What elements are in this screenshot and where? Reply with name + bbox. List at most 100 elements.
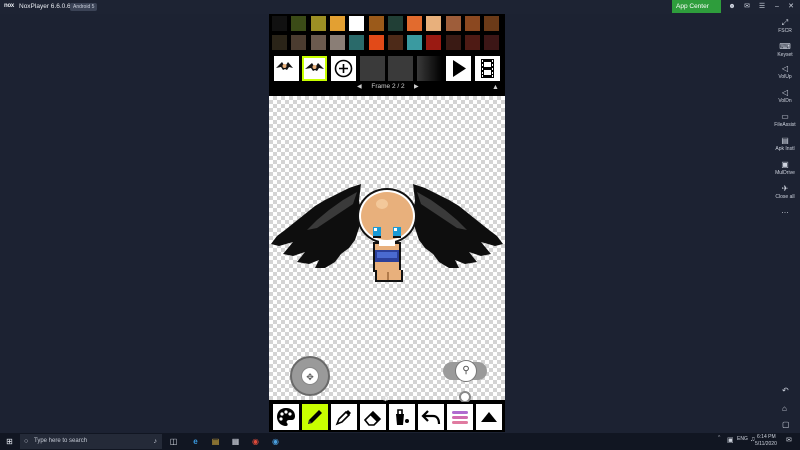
sidebar-item-keyset[interactable]: ⌨ Keyset — [770, 42, 800, 58]
color-swatch[interactable] — [407, 16, 423, 31]
palette-tool-button[interactable] — [273, 404, 299, 430]
filmstrip-icon — [481, 59, 494, 78]
recent-apps-icon[interactable]: ▢ — [782, 420, 790, 429]
tray-chevron-icon[interactable]: ˆ — [718, 436, 720, 443]
more-icon: … — [781, 206, 789, 215]
sidebar-item-fileassist[interactable]: ▭ FileAssist — [770, 112, 800, 128]
color-swatch[interactable] — [349, 16, 365, 31]
eraser-tool-button[interactable] — [360, 404, 386, 430]
pan-joystick[interactable]: ✥ — [290, 356, 330, 396]
menu-lines-icon — [452, 411, 468, 424]
app-center-button[interactable]: App Center — [672, 0, 721, 13]
android-screen: ◀ Frame 2 / 2 ▶ ▲ ✥ ⚲ ⚙ — [269, 14, 505, 432]
frame-2-thumbnail[interactable] — [302, 56, 327, 81]
app-center-label: App Center — [676, 3, 709, 10]
user-icon[interactable]: ☻ — [727, 2, 737, 12]
windows-start-icon[interactable]: ⊞ — [4, 436, 15, 447]
keyboard-icon: ⌨ — [779, 42, 791, 51]
color-swatch[interactable] — [445, 16, 461, 31]
sidebar-item-label: Apk Instl — [775, 146, 795, 152]
layers-menu-button[interactable] — [447, 404, 473, 430]
filmstrip-button[interactable] — [475, 56, 500, 81]
color-swatch[interactable] — [272, 35, 287, 50]
zoom-icon[interactable]: ⚲ — [455, 360, 477, 382]
color-swatch[interactable] — [484, 35, 500, 50]
clock-time[interactable]: 6:14 PM — [757, 434, 776, 440]
eraser-icon — [363, 410, 382, 426]
color-swatch[interactable] — [445, 35, 461, 50]
pencil-icon — [308, 410, 322, 424]
color-swatch[interactable] — [349, 35, 365, 50]
next-frame-arrow-icon[interactable]: ▶ — [414, 83, 419, 90]
edge-browser-icon[interactable]: e — [190, 436, 201, 447]
color-swatch[interactable] — [368, 16, 384, 31]
pencil-tool-button[interactable] — [302, 404, 328, 430]
notifications-icon[interactable]: ✉ — [786, 436, 792, 444]
eyedropper-icon — [335, 410, 351, 426]
sidebar-item-label: FileAssist — [774, 122, 796, 128]
palette-icon — [277, 408, 295, 426]
noxplayer-taskbar-icon[interactable]: ◉ — [270, 436, 281, 447]
fullscreen-icon: ⤢ — [781, 18, 789, 27]
network-icon[interactable]: ▣ — [727, 436, 734, 444]
add-frame-button[interactable] — [331, 56, 356, 81]
frame-1-thumbnail[interactable] — [274, 56, 299, 81]
chrome-icon[interactable]: ◉ — [250, 436, 261, 447]
sidebar-item-close-all[interactable]: ✈ Close all — [770, 184, 800, 200]
play-button[interactable] — [446, 56, 471, 81]
sidebar-item-label: Keyset — [777, 52, 793, 58]
sidebar-item-label: MulDrive — [775, 170, 795, 176]
color-swatch[interactable] — [272, 16, 287, 31]
color-swatch[interactable] — [310, 35, 326, 50]
sidebar-item-apk-instl[interactable]: ▤ Apk Instl — [770, 136, 800, 152]
color-swatch[interactable] — [407, 35, 423, 50]
color-swatch[interactable] — [387, 16, 403, 31]
color-swatch[interactable] — [329, 35, 345, 50]
sidebar-item-muldrive[interactable]: ▣ MulDrive — [770, 160, 800, 176]
expand-toolbar-button[interactable] — [476, 404, 502, 430]
language-indicator[interactable]: ENG — [737, 436, 748, 442]
color-swatch[interactable] — [465, 35, 480, 50]
eyedropper-tool-button[interactable] — [331, 404, 357, 430]
joystick-knob: ✥ — [301, 367, 319, 385]
fill-tool-button[interactable] — [389, 404, 415, 430]
search-circle-icon: ○ — [24, 438, 29, 445]
color-swatch[interactable] — [387, 35, 403, 50]
sidebar-item-voldn[interactable]: ◁ VolDn — [770, 88, 800, 104]
close-icon[interactable]: ✕ — [786, 2, 796, 12]
minimize-icon[interactable]: – — [772, 2, 782, 12]
sidebar-item-volup[interactable]: ◁ VolUp — [770, 64, 800, 80]
triangle-up-icon — [481, 412, 497, 422]
apk-icon: ▤ — [781, 136, 789, 145]
clock-date[interactable]: 5/11/2020 — [755, 441, 777, 447]
color-swatch[interactable] — [329, 16, 345, 31]
file-explorer-icon[interactable]: ▤ — [210, 436, 221, 447]
empty-frame-slot — [417, 56, 442, 81]
color-swatch[interactable] — [291, 35, 307, 50]
color-swatch[interactable] — [426, 16, 442, 31]
emulator-sidebar: ⤢ FSCR ⌨ Keyset ◁ VolUp ◁ VolDn ▭ FileAssist ▤ Apk … — [770, 16, 800, 434]
menu-icon[interactable]: ☰ — [757, 2, 767, 12]
rocket-icon: ✈ — [781, 184, 789, 193]
color-swatch[interactable] — [310, 16, 326, 31]
color-swatch[interactable] — [368, 35, 384, 50]
task-view-icon[interactable]: ◫ — [168, 436, 179, 447]
collapse-toolbar-icon[interactable]: ▲ — [492, 84, 499, 91]
frame-toolbar: ◀ Frame 2 / 2 ▶ ▲ — [269, 54, 505, 94]
sidebar-item-[interactable]: … — [770, 206, 800, 216]
sidebar-item-label: VolDn — [778, 98, 792, 104]
color-swatch[interactable] — [426, 35, 442, 50]
window-title: NoxPlayer 6.6.0.6 — [19, 3, 71, 10]
drawing-canvas[interactable]: ✥ ⚲ — [269, 96, 505, 403]
home-icon[interactable]: ⌂ — [782, 404, 787, 413]
color-swatch[interactable] — [291, 16, 307, 31]
color-swatch[interactable] — [465, 16, 480, 31]
microphone-icon[interactable]: ♪ — [154, 434, 158, 449]
mail-icon[interactable]: ✉ — [742, 2, 752, 12]
undo-button[interactable] — [418, 404, 444, 430]
taskbar-search-box[interactable]: ○ Type here to search ♪ — [20, 434, 162, 449]
back-icon[interactable]: ↶ — [782, 386, 789, 395]
store-icon[interactable]: ▦ — [230, 436, 241, 447]
sidebar-item-fscr[interactable]: ⤢ FSCR — [770, 18, 800, 34]
color-swatch[interactable] — [484, 16, 500, 31]
